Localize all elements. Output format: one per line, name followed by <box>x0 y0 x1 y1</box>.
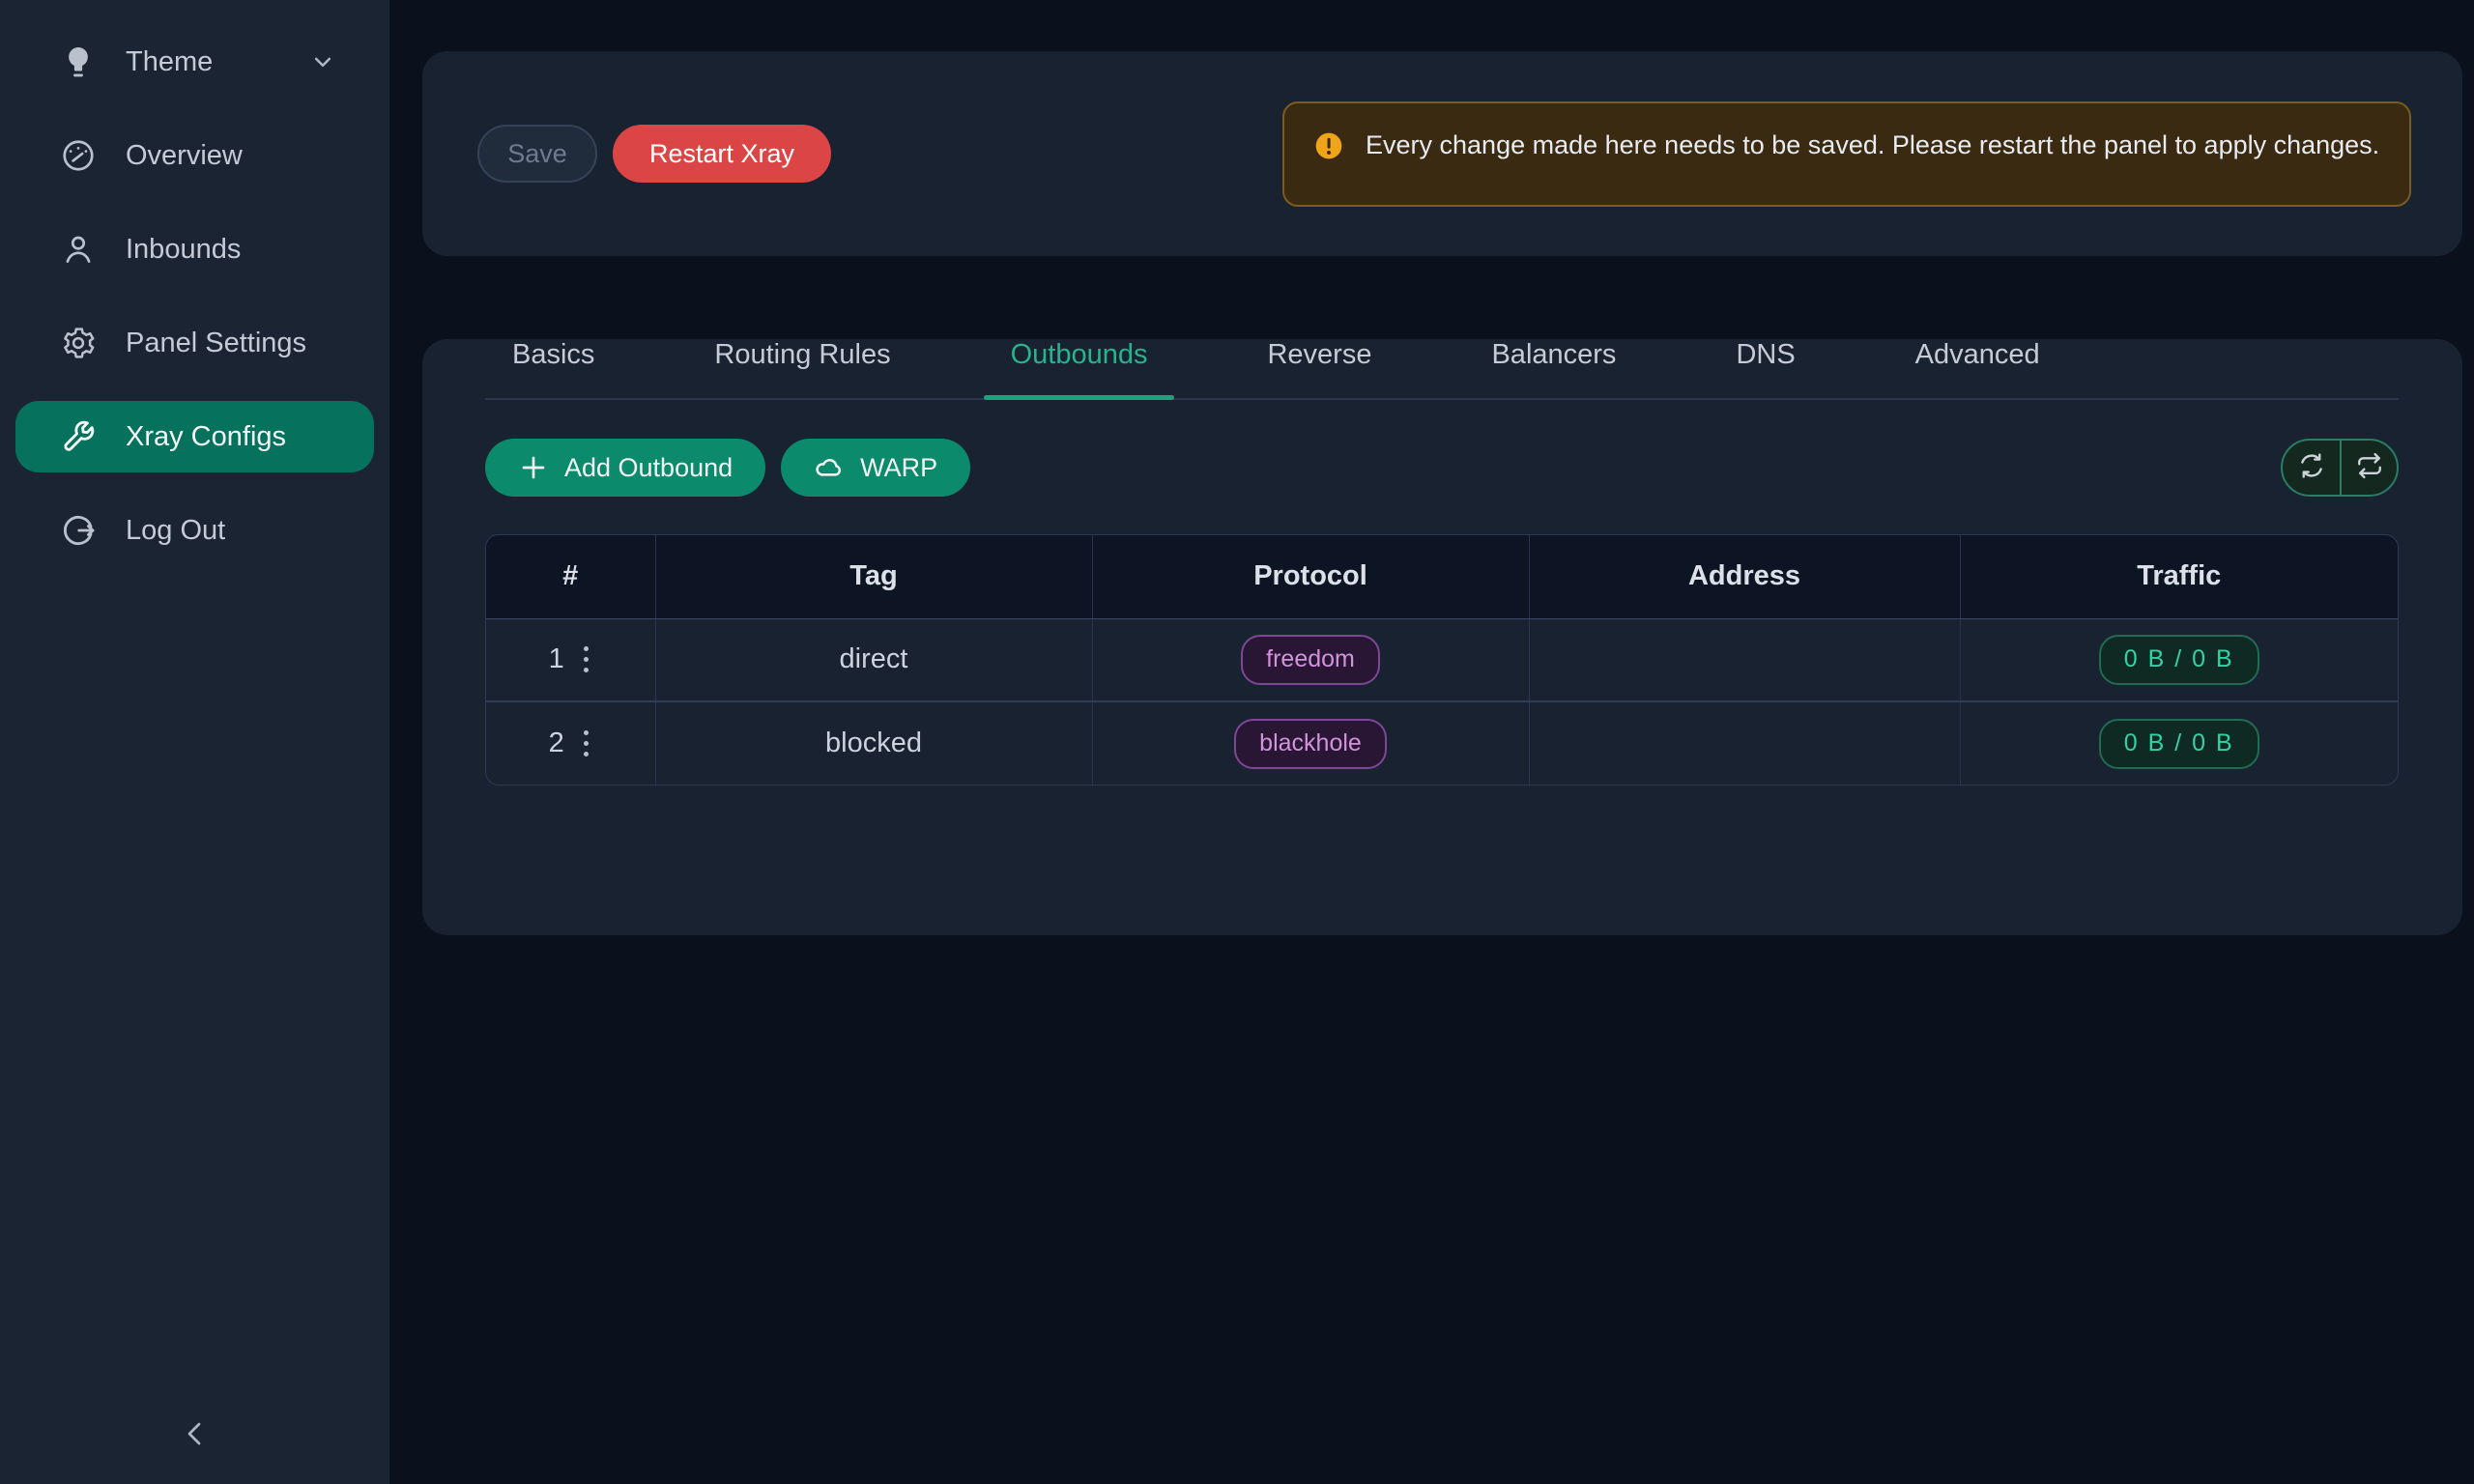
warp-button[interactable]: WARP <box>781 439 970 497</box>
col-header-index: # <box>486 535 655 618</box>
traffic-badge: 0 B / 0 B <box>2099 635 2259 685</box>
toolbar-buttons: Save Restart Xray <box>477 125 831 183</box>
plus-icon <box>518 452 549 483</box>
xray-config-card: Basics Routing Rules Outbounds Reverse B… <box>422 339 2462 935</box>
sidebar-item-label: Theme <box>126 46 213 78</box>
sidebar-collapse-button[interactable] <box>168 1409 222 1463</box>
wrench-icon <box>60 418 97 455</box>
sidebar-item-label: Xray Configs <box>126 421 286 453</box>
sidebar-item-label: Inbounds <box>126 234 241 266</box>
protocol-badge: freedom <box>1241 635 1380 685</box>
save-button[interactable]: Save <box>477 125 597 183</box>
alert-text: Every change made here needs to be saved… <box>1366 125 2379 166</box>
save-toolbar-card: Save Restart Xray Every change made here… <box>422 51 2462 256</box>
cloud-icon <box>814 452 845 483</box>
app-root: Theme Overview Inbounds Panel Settings X… <box>0 0 2474 1484</box>
sidebar-item-panel-settings[interactable]: Panel Settings <box>15 307 374 379</box>
table-header-row: # Tag Protocol Address Traffic <box>486 535 2398 618</box>
row-tag: direct <box>655 618 1092 701</box>
tab-advanced[interactable]: Advanced <box>1888 339 2067 398</box>
col-header-traffic: Traffic <box>1960 535 2398 618</box>
sidebar-item-label: Overview <box>126 140 243 172</box>
tab-outbounds[interactable]: Outbounds <box>984 339 1175 398</box>
sidebar-item-inbounds[interactable]: Inbounds <box>15 214 374 285</box>
add-outbound-label: Add Outbound <box>564 453 733 483</box>
gear-icon <box>60 325 97 361</box>
toggle-view-button[interactable] <box>2340 441 2397 495</box>
sidebar-item-xray-configs[interactable]: Xray Configs <box>15 401 374 472</box>
tab-basics[interactable]: Basics <box>485 339 621 398</box>
protocol-badge: blackhole <box>1234 719 1387 769</box>
sidebar-item-label: Log Out <box>126 515 225 547</box>
restart-warning-alert: Every change made here needs to be saved… <box>1282 101 2411 207</box>
warp-label: WARP <box>860 453 937 483</box>
col-header-protocol: Protocol <box>1092 535 1529 618</box>
row-address <box>1529 701 1960 785</box>
warning-circle-icon <box>1313 130 1344 161</box>
outbounds-actions-row: Add Outbound WARP <box>485 439 2399 497</box>
gauge-icon <box>60 137 97 174</box>
row-tag: blocked <box>655 701 1092 785</box>
tab-routing-rules[interactable]: Routing Rules <box>687 339 917 398</box>
chevron-down-icon <box>308 47 337 76</box>
sidebar: Theme Overview Inbounds Panel Settings X… <box>0 0 389 1484</box>
repeat-icon <box>2355 451 2384 485</box>
refresh-icon <box>2297 451 2326 485</box>
outbounds-table-wrap: # Tag Protocol Address Traffic 1 <box>485 534 2399 785</box>
row-index: 2 <box>549 728 564 759</box>
outbounds-table: # Tag Protocol Address Traffic 1 <box>486 535 2398 785</box>
restart-xray-button[interactable]: Restart Xray <box>613 125 831 183</box>
sidebar-item-theme[interactable]: Theme <box>15 26 374 98</box>
sidebar-item-label: Panel Settings <box>126 328 306 359</box>
tab-balancers[interactable]: Balancers <box>1464 339 1643 398</box>
sidebar-item-overview[interactable]: Overview <box>15 120 374 191</box>
user-icon <box>60 231 97 268</box>
main-content: Save Restart Xray Every change made here… <box>389 0 2474 1484</box>
chevron-left-icon <box>180 1418 211 1454</box>
tab-dns[interactable]: DNS <box>1709 339 1822 398</box>
refresh-button[interactable] <box>2283 441 2340 495</box>
row-address <box>1529 618 1960 701</box>
table-row: 2 blocked blackhole 0 B / 0 B <box>486 701 2398 785</box>
row-index: 1 <box>549 643 564 675</box>
traffic-badge: 0 B / 0 B <box>2099 719 2259 769</box>
row-menu-icon[interactable] <box>580 642 592 676</box>
table-row: 1 direct freedom 0 B / 0 B <box>486 618 2398 701</box>
col-header-address: Address <box>1529 535 1960 618</box>
col-header-tag: Tag <box>655 535 1092 618</box>
table-tools-group <box>2281 439 2399 497</box>
sidebar-item-log-out[interactable]: Log Out <box>15 495 374 566</box>
config-tabs: Basics Routing Rules Outbounds Reverse B… <box>485 339 2399 400</box>
logout-icon <box>60 512 97 549</box>
row-menu-icon[interactable] <box>580 727 592 760</box>
bulb-icon <box>60 43 97 80</box>
tab-reverse[interactable]: Reverse <box>1240 339 1398 398</box>
add-outbound-button[interactable]: Add Outbound <box>485 439 765 497</box>
